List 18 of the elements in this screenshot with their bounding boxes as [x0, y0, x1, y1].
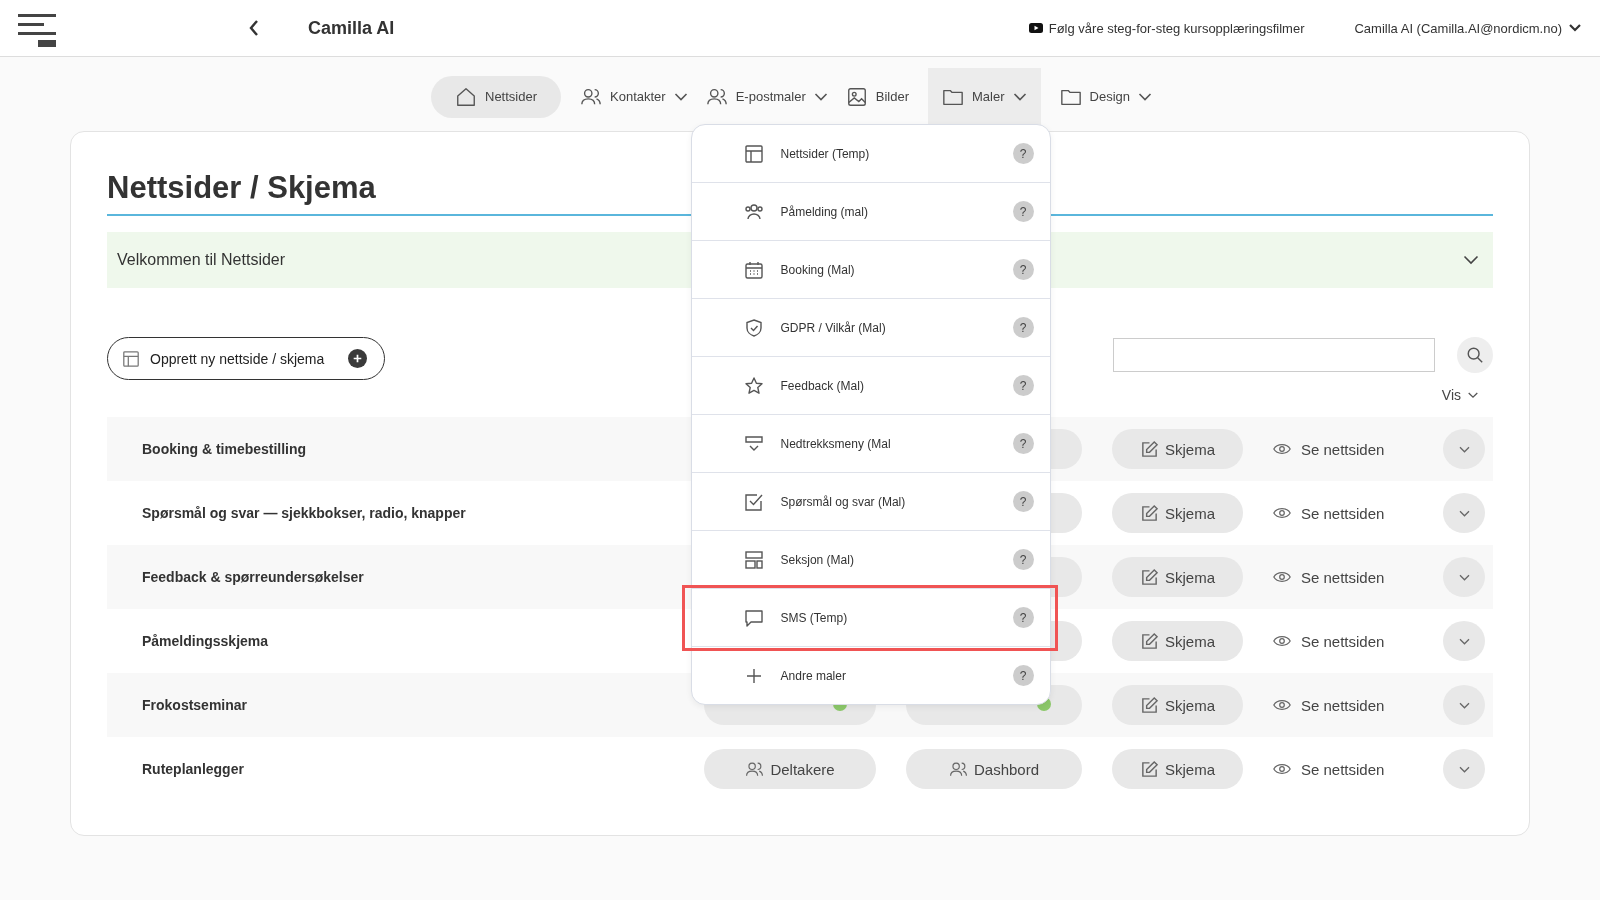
menu-item-label: Spørsmål og svar (Mal) [780, 494, 907, 509]
menu-item-label: Booking (Mal) [780, 262, 856, 277]
page-name: Ruteplanlegger [142, 761, 244, 777]
menu-item-label: Seksjon (Mal) [780, 552, 855, 567]
page-name: Frokostseminar [142, 697, 248, 713]
page-name: Booking & timebestilling [142, 441, 307, 457]
menu-item-label: GDPR / Vilkår (Mal) [780, 320, 887, 335]
page-name: Påmeldingsskjema [142, 633, 269, 649]
menu-item-label: SMS (Temp) [780, 610, 849, 625]
welcome-label: Velkommen til Nettsider [117, 251, 286, 269]
menu-item-label: Påmelding (mal) [780, 204, 869, 219]
page-name: Feedback & spørreundersøkelser [142, 569, 364, 585]
menu-item-label: Nettsider (Temp) [780, 146, 871, 161]
menu-item-label: Nedtrekksmeny (Mal [780, 436, 892, 451]
menu-item-label: Andre maler [780, 668, 847, 683]
menu-item-label: Feedback (Mal) [780, 378, 865, 393]
page-name: Spørsmål og svar — sjekkbokser, radio, knapper [142, 505, 466, 521]
account-title: Camilla AI [308, 17, 395, 39]
